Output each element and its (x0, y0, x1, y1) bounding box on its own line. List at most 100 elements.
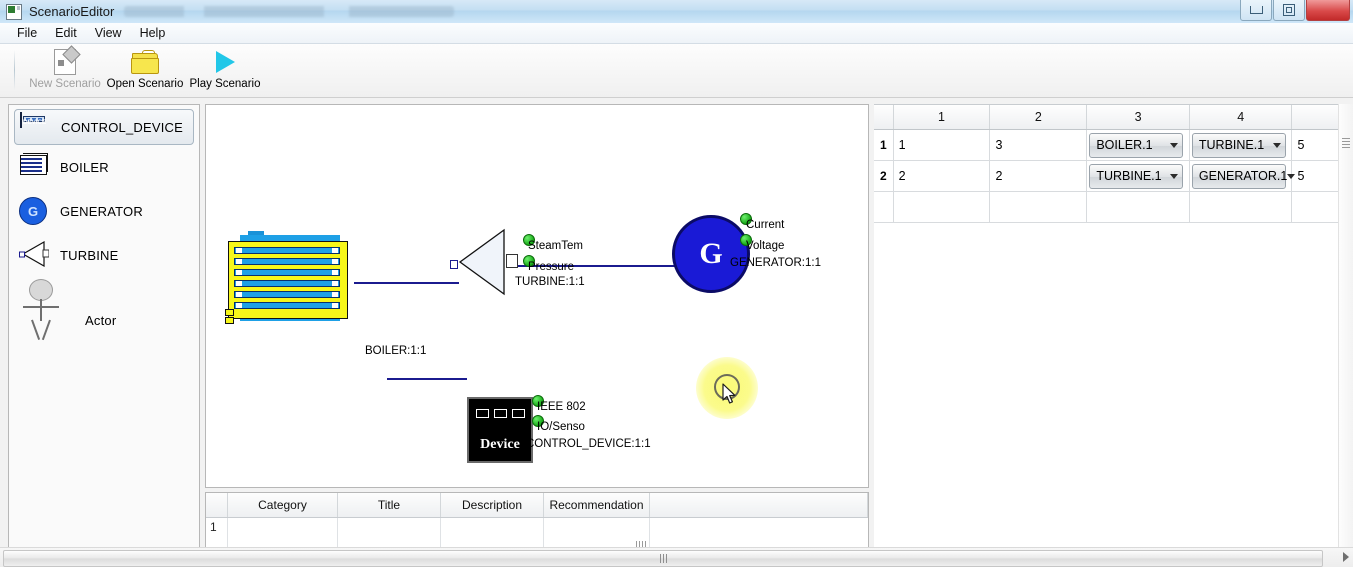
open-scenario-button[interactable]: Open Scenario (105, 44, 185, 96)
scenario-grid-header-row: 1 2 3 4 (874, 105, 1353, 130)
canvas-node-generator-label: GENERATOR:1:1 (730, 257, 821, 269)
scenario-grid-column-2[interactable]: 2 (990, 105, 1087, 130)
palette-item-generator[interactable]: G GENERATOR (9, 189, 199, 233)
turbine-port-pressure-label: Pressure (528, 261, 574, 273)
scenario-cell-r1c4[interactable]: TURBINE.1 (1189, 130, 1292, 161)
turbine-dropdown-2[interactable]: TURBINE.1 (1089, 164, 1183, 189)
scenario-cell-r2c4[interactable]: GENERATOR.1 (1189, 161, 1292, 192)
scenario-grid-row[interactable]: 2 2 2 TURBINE.1 GENERATOR.1 (874, 161, 1353, 192)
generator-port-voltage-label: Voltage (746, 240, 784, 252)
scenario-row-header: 1 (874, 130, 893, 161)
palette-item-actor[interactable]: Actor (9, 277, 199, 363)
results-column-recommendation[interactable]: Recommendation (544, 493, 650, 518)
results-column-filler (650, 493, 868, 518)
title-bar: ScenarioEditor (0, 0, 1353, 24)
scenario-canvas[interactable]: BOILER:1:1 SteamTem Pressure TURBINE:1:1… (205, 104, 869, 488)
horizontal-scrollbar[interactable] (0, 547, 1353, 567)
scenario-cell-r2c3[interactable]: TURBINE.1 (1087, 161, 1190, 192)
window-title: ScenarioEditor (29, 4, 114, 19)
results-column-description[interactable]: Description (441, 493, 544, 518)
scenario-cell-r1c3[interactable]: BOILER.1 (1087, 130, 1190, 161)
scenario-cell-r1c2[interactable]: 3 (990, 130, 1087, 161)
play-scenario-label: Play Scenario (190, 78, 261, 90)
chevron-down-icon (1170, 174, 1178, 179)
boiler-icon (19, 153, 49, 181)
generator-dropdown-value: GENERATOR.1 (1199, 169, 1287, 183)
menu-item-view[interactable]: View (86, 24, 131, 42)
scenario-grid-empty-row[interactable] (874, 192, 1353, 223)
horizontal-scrollbar-thumb[interactable] (3, 550, 1323, 567)
play-scenario-button[interactable]: Play Scenario (185, 44, 265, 96)
generator-icon: G (19, 197, 49, 225)
results-column-category[interactable]: Category (228, 493, 338, 518)
generator-port-current-label: Current (746, 219, 784, 231)
turbine-output-port[interactable] (506, 254, 518, 268)
results-column-title[interactable]: Title (338, 493, 441, 518)
scrollbar-thumb-grip (660, 554, 667, 563)
palette-item-label: TURBINE (60, 248, 118, 263)
scenario-grid[interactable]: 1 2 3 4 1 1 3 BOILER.1 (874, 104, 1353, 548)
turbine-dropdown-value: TURBINE.1 (1199, 138, 1264, 152)
canvas-node-turbine[interactable] (456, 228, 512, 296)
canvas-node-boiler-label: BOILER:1:1 (365, 345, 426, 357)
open-folder-icon (130, 49, 160, 75)
maximize-button[interactable] (1273, 0, 1305, 21)
scenario-cell-r2c2[interactable]: 2 (990, 161, 1087, 192)
grid-vertical-scrollbar[interactable] (1338, 104, 1353, 548)
scenario-grid-row[interactable]: 1 1 3 BOILER.1 TURBINE.1 (874, 130, 1353, 161)
device-leds-icon (476, 409, 525, 418)
palette-item-turbine[interactable]: TURBINE (9, 233, 199, 277)
palette-item-boiler[interactable]: BOILER (9, 145, 199, 189)
canvas-node-control-device[interactable]: Device (467, 397, 533, 463)
device-caption: Device (469, 437, 531, 453)
grid-scrollbar-grip[interactable] (1342, 138, 1350, 148)
maximize-icon (1283, 4, 1295, 16)
connection-boiler-turbine[interactable] (354, 282, 459, 284)
actor-icon (19, 279, 65, 341)
connection-loose[interactable] (387, 378, 467, 380)
menu-item-edit[interactable]: Edit (46, 24, 86, 42)
palette-item-control-device[interactable]: DEVICE CONTROL_DEVICE (14, 109, 194, 145)
control-device-icon: DEVICE (20, 113, 50, 141)
boiler-dropdown[interactable]: BOILER.1 (1089, 133, 1183, 158)
scenario-empty-cell[interactable] (1189, 192, 1292, 223)
turbine-dropdown[interactable]: TURBINE.1 (1192, 133, 1286, 158)
scenario-cell-r1c1[interactable]: 1 (893, 130, 990, 161)
chevron-down-icon (1287, 174, 1295, 179)
scenario-empty-cell[interactable] (1087, 192, 1190, 223)
scroll-right-arrow-icon[interactable] (1343, 552, 1349, 562)
new-scenario-label: New Scenario (29, 78, 101, 90)
toolbar-separator (14, 50, 15, 90)
menu-item-help[interactable]: Help (131, 24, 175, 42)
canvas-node-generator[interactable]: G (672, 215, 750, 293)
scenario-grid-corner (874, 105, 893, 130)
scenario-empty-cell[interactable] (893, 192, 990, 223)
scenario-grid-column-1[interactable]: 1 (893, 105, 990, 130)
turbine-icon (19, 241, 49, 269)
results-table-corner (206, 493, 228, 518)
scenario-empty-cell[interactable] (990, 192, 1087, 223)
palette-item-label: Actor (85, 313, 116, 328)
new-scenario-button[interactable]: New Scenario (25, 44, 105, 96)
scenario-cell-r2c1[interactable]: 2 (893, 161, 990, 192)
chevron-down-icon (1273, 143, 1281, 148)
window-controls (1240, 0, 1353, 23)
canvas-node-boiler[interactable] (226, 231, 358, 325)
minimize-button[interactable] (1240, 0, 1272, 21)
scenario-grid-column-3[interactable]: 3 (1087, 105, 1190, 130)
device-port-ieee802-label: IEEE 802 (537, 401, 586, 413)
palette-item-label: GENERATOR (60, 204, 143, 219)
results-table[interactable]: Category Title Description Recommendatio… (205, 492, 869, 555)
menu-bar: File Edit View Help (0, 23, 1353, 44)
turbine-dropdown-2-value: TURBINE.1 (1096, 169, 1161, 183)
close-icon (1322, 5, 1334, 15)
play-triangle-icon (210, 49, 240, 75)
app-icon (6, 4, 22, 20)
generator-dropdown[interactable]: GENERATOR.1 (1192, 164, 1286, 189)
close-button[interactable] (1306, 0, 1350, 21)
turbine-input-port[interactable] (450, 260, 458, 269)
application-window: ScenarioEditor File Edit View Help New S (0, 0, 1353, 567)
canvas-node-turbine-label: TURBINE:1:1 (515, 276, 585, 288)
scenario-grid-column-4[interactable]: 4 (1189, 105, 1292, 130)
menu-item-file[interactable]: File (8, 24, 46, 42)
